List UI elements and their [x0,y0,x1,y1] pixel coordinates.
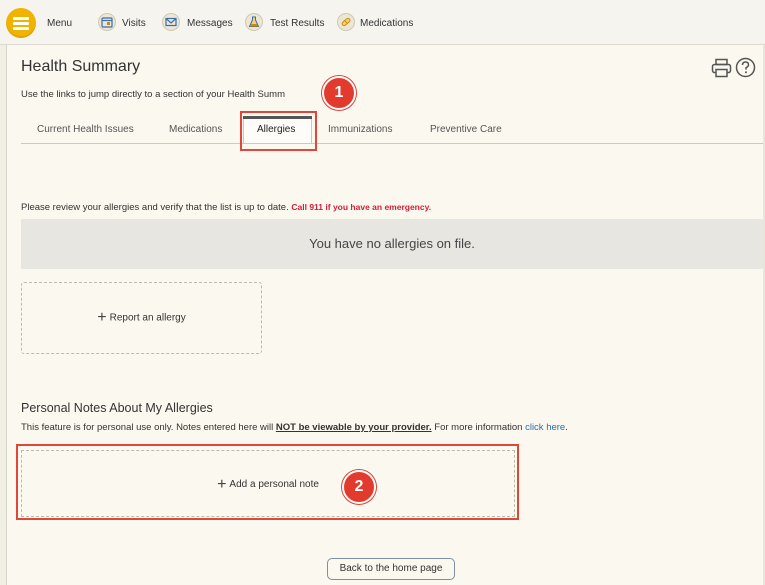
envelope-icon [162,13,180,31]
nav-item-visits[interactable]: Visits [122,18,146,29]
personal-notes-description: This feature is for personal use only. N… [21,422,568,433]
nav-item-messages[interactable]: Messages [187,18,233,29]
click-here-link[interactable]: click here [525,422,565,433]
help-icon[interactable] [735,57,756,83]
nav-item-test-results[interactable]: Test Results [270,18,324,29]
emergency-warning: Call 911 if you have an emergency. [291,202,432,212]
tab-preventive-care[interactable]: Preventive Care [430,124,502,135]
report-allergy-label: Report an allergy [109,312,186,324]
pill-icon [337,13,355,31]
callout-box-allergies-tab [240,111,317,151]
tab-immunizations[interactable]: Immunizations [328,124,392,135]
report-allergy-button[interactable]: + Report an allergy [21,282,262,354]
back-to-home-button[interactable]: Back to the home page [327,558,455,580]
notes-desc-more: For more information [431,422,526,433]
menu-label[interactable]: Menu [47,18,72,29]
review-text: Please review your allergies and verify … [21,202,289,213]
print-icon[interactable] [711,58,732,83]
callout-box-personal-note [16,444,519,520]
nav-item-medications[interactable]: Medications [360,18,413,29]
tab-bar-divider [21,143,763,144]
flask-icon [245,13,263,31]
notes-desc-prefix: This feature is for personal use only. N… [21,422,276,433]
tab-medications[interactable]: Medications [169,124,222,135]
callout-badge-1: 1 [322,76,356,110]
tab-current-health-issues[interactable]: Current Health Issues [37,124,134,135]
notes-not-viewable: NOT be viewable by your provider. [275,422,432,433]
review-instructions: Please review your allergies and verify … [21,202,431,213]
notes-desc-end: . [565,422,568,433]
page-title: Health Summary [21,58,141,75]
plus-icon: + [97,309,107,326]
menu-icon[interactable] [6,8,36,38]
no-allergies-message: You have no allergies on file. [21,219,763,269]
page-subtitle: Use the links to jump directly to a sect… [21,89,286,100]
left-frame-edge [0,0,7,585]
top-nav: Menu Visits Messages Test Results Medica… [0,0,765,45]
callout-badge-2: 2 [342,470,376,504]
calendar-icon [98,13,116,31]
personal-notes-heading: Personal Notes About My Allergies [21,401,213,415]
